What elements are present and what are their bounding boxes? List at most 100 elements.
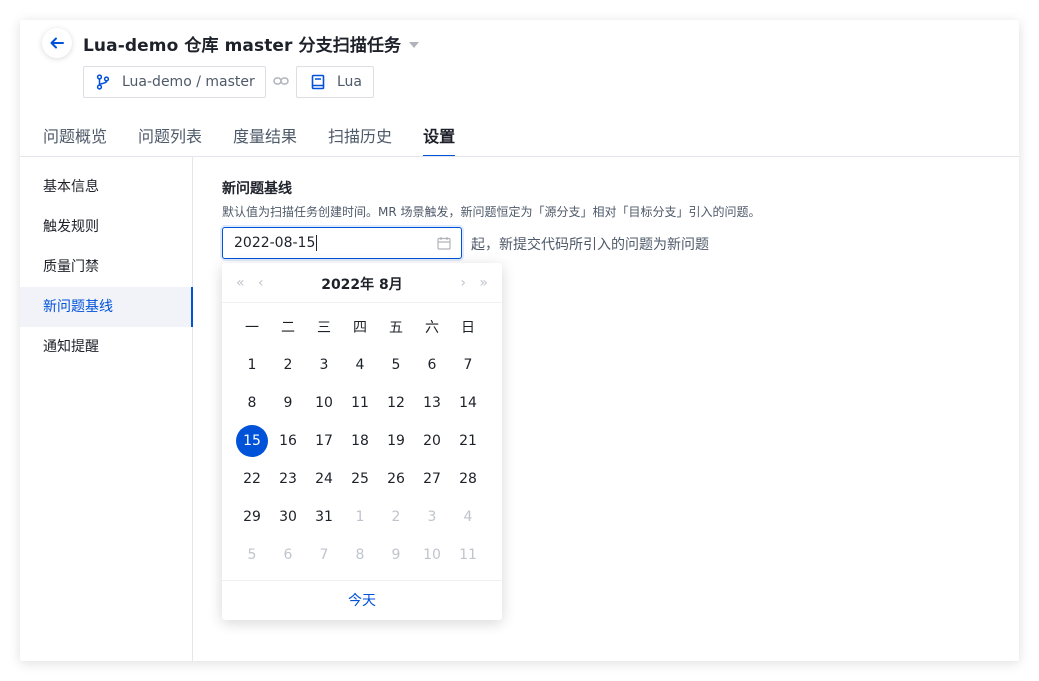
date-picker-popover: « ‹ 2022年 8月 › » 一二三四五六日 1 2 3 4 5 6 7 8 9 10 11 12… — [222, 263, 502, 620]
calendar-day[interactable]: 26 — [378, 463, 414, 495]
calendar-day-label: 1 — [247, 357, 257, 373]
language-tag[interactable]: Lua — [296, 66, 374, 98]
branch-tag[interactable]: Lua-demo / master — [83, 66, 266, 98]
tab-metrics[interactable]: 度量结果 — [233, 123, 297, 157]
calendar-day[interactable]: 3 — [306, 349, 342, 381]
calendar-day[interactable]: 2 — [270, 349, 306, 381]
calendar-day-label: 6 — [283, 547, 293, 563]
calendar-day[interactable]: 19 — [378, 425, 414, 457]
link-icon — [273, 77, 289, 85]
calendar-day[interactable]: 21 — [450, 425, 486, 457]
calendar-day[interactable]: 16 — [270, 425, 306, 457]
text-cursor — [316, 235, 318, 251]
tab-overview[interactable]: 问题概览 — [43, 123, 107, 157]
calendar-day[interactable]: 22 — [234, 463, 270, 495]
calendar-day-label: 4 — [463, 509, 473, 525]
calendar-day[interactable]: 31 — [306, 501, 342, 533]
calendar-day[interactable]: 7 — [306, 539, 342, 571]
calendar-day-label: 10 — [315, 395, 333, 411]
day-grid: 1 2 3 4 5 6 7 8 9 10 11 12 13 14 15 16 17 18 19 20 21 22 23 24 2… — [222, 346, 502, 574]
calendar-day-label: 11 — [459, 547, 477, 563]
language-tag-label: Lua — [337, 74, 363, 90]
sidebar-item-quality-gate[interactable]: 质量门禁 — [20, 247, 192, 287]
calendar-day-label: 2 — [391, 509, 401, 525]
calendar-week-row: 1 2 3 4 5 6 7 — [234, 346, 490, 384]
calendar-day[interactable]: 28 — [450, 463, 486, 495]
calendar-day-label: 31 — [315, 509, 333, 525]
calendar-day[interactable]: 13 — [414, 387, 450, 419]
calendar-day-label: 21 — [459, 433, 477, 449]
calendar-day[interactable]: 10 — [414, 539, 450, 571]
calendar-day[interactable]: 6 — [414, 349, 450, 381]
calendar-day[interactable]: 30 — [270, 501, 306, 533]
tab-scan-history[interactable]: 扫描历史 — [328, 123, 392, 157]
calendar-day[interactable]: 11 — [450, 539, 486, 571]
next-year-icon[interactable]: » — [479, 275, 488, 291]
calendar-day-label: 9 — [283, 395, 293, 411]
sidebar-item-new-issue-baseline[interactable]: 新问题基线 — [20, 287, 193, 327]
calendar-day-label: 29 — [243, 509, 261, 525]
section-description: 默认值为扫描任务创建时间。MR 场景触发，新问题恒定为「源分支」相对「目标分支」… — [222, 205, 761, 219]
calendar-day[interactable]: 10 — [306, 387, 342, 419]
calendar-day[interactable]: 9 — [378, 539, 414, 571]
calendar-day[interactable]: 7 — [450, 349, 486, 381]
calendar-day[interactable]: 5 — [234, 539, 270, 571]
calendar-day[interactable]: 3 — [414, 501, 450, 533]
calendar-day-label: 8 — [355, 547, 365, 563]
calendar-day[interactable]: 1 — [342, 501, 378, 533]
date-picker-header: « ‹ 2022年 8月 › » — [222, 263, 502, 303]
calendar-day-label: 2 — [283, 357, 293, 373]
calendar-day[interactable]: 11 — [342, 387, 378, 419]
calendar-day[interactable]: 9 — [270, 387, 306, 419]
weekday-label: 六 — [425, 320, 439, 336]
calendar-day-selected[interactable]: 15 — [234, 425, 270, 457]
calendar-week-row: 29 30 31 1 2 3 4 — [234, 498, 490, 536]
calendar-icon[interactable] — [437, 236, 451, 250]
today-button[interactable]: 今天 — [222, 580, 502, 620]
sidebar-item-basic-info[interactable]: 基本信息 — [20, 167, 192, 207]
calendar-day[interactable]: 25 — [342, 463, 378, 495]
section-title: 新问题基线 — [222, 181, 292, 197]
calendar-day[interactable]: 20 — [414, 425, 450, 457]
calendar-day-label: 6 — [427, 357, 437, 373]
calendar-day[interactable]: 17 — [306, 425, 342, 457]
next-month-icon[interactable]: › — [460, 275, 466, 291]
sidebar-item-notifications[interactable]: 通知提醒 — [20, 327, 192, 367]
calendar-day[interactable]: 2 — [378, 501, 414, 533]
calendar-day[interactable]: 1 — [234, 349, 270, 381]
calendar-day-label: 23 — [279, 471, 297, 487]
tab-bar: 问题概览 问题列表 度量结果 扫描历史 设置 — [43, 123, 486, 157]
calendar-day[interactable]: 23 — [270, 463, 306, 495]
calendar-week-row: 5 6 7 8 9 10 11 — [234, 536, 490, 574]
date-input-value: 2022-08-15 — [234, 235, 316, 251]
page-title: Lua-demo 仓库 master 分支扫描任务 — [83, 36, 402, 56]
sidebar-item-trigger-rules[interactable]: 触发规则 — [20, 207, 192, 247]
calendar-day[interactable]: 24 — [306, 463, 342, 495]
calendar-day-label: 18 — [351, 433, 369, 449]
calendar-day[interactable]: 14 — [450, 387, 486, 419]
caret-down-icon[interactable] — [409, 41, 420, 48]
calendar-day[interactable]: 6 — [270, 539, 306, 571]
calendar-day[interactable]: 27 — [414, 463, 450, 495]
back-button[interactable] — [42, 28, 72, 58]
baseline-date-input[interactable]: 2022-08-15 — [222, 227, 462, 259]
weekday-label: 二 — [281, 320, 295, 336]
calendar-day[interactable]: 4 — [342, 349, 378, 381]
calendar-day-label: 5 — [247, 547, 257, 563]
tab-issue-list[interactable]: 问题列表 — [138, 123, 202, 157]
calendar-day[interactable]: 8 — [234, 387, 270, 419]
calendar-day[interactable]: 18 — [342, 425, 378, 457]
calendar-day-label: 17 — [315, 433, 333, 449]
page-header: Lua-demo 仓库 master 分支扫描任务 — [83, 31, 420, 56]
calendar-day-label: 16 — [279, 433, 297, 449]
calendar-day[interactable]: 12 — [378, 387, 414, 419]
calendar-week-row: 22 23 24 25 26 27 28 — [234, 460, 490, 498]
calendar-day[interactable]: 8 — [342, 539, 378, 571]
weekday-label: 五 — [389, 320, 403, 336]
calendar-day[interactable]: 29 — [234, 501, 270, 533]
weekday-label: 三 — [317, 320, 331, 336]
calendar-day-label: 15 — [236, 425, 268, 457]
calendar-day[interactable]: 5 — [378, 349, 414, 381]
calendar-day[interactable]: 4 — [450, 501, 486, 533]
tab-settings[interactable]: 设置 — [423, 123, 456, 157]
